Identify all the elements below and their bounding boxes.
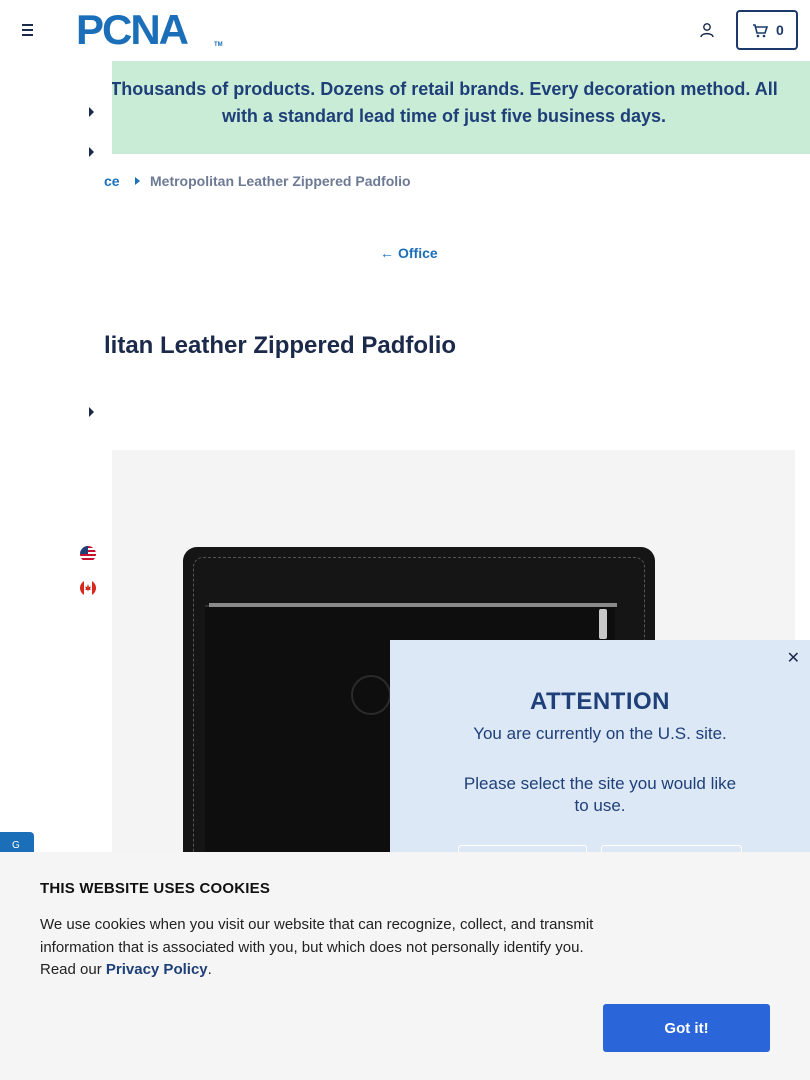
attention-title: ATTENTION — [529, 688, 671, 715]
product-title: litan Leather Zippered Padfolio — [104, 332, 457, 359]
cart-icon — [753, 24, 768, 38]
us-flag-icon[interactable] — [80, 546, 96, 562]
nav-caret-right-icon[interactable] — [89, 407, 94, 417]
breadcrumb-current: Metropolitan Leather Zippered Padfolio — [150, 173, 411, 189]
promo-text: Thousands of products. Dozens of retail … — [110, 79, 778, 126]
close-icon[interactable]: ✕ — [787, 648, 800, 668]
cart-button[interactable]: 0 — [736, 10, 798, 50]
site-header: PCNA TM 0 — [0, 0, 810, 60]
logo-trademark: TM — [214, 42, 223, 48]
side-tab-label: G — [12, 840, 20, 851]
arrow-left-icon: ← — [380, 245, 394, 261]
breadcrumb-previous[interactable]: ce — [104, 173, 120, 189]
pcna-logo[interactable]: PCNA — [76, 9, 189, 51]
canada-flag-icon[interactable] — [80, 580, 96, 596]
promo-banner: Thousands of products. Dozens of retail … — [96, 61, 810, 154]
privacy-policy-link[interactable]: Privacy Policy — [106, 961, 208, 978]
attention-message: You are currently on the U.S. site. — [473, 724, 727, 743]
back-link-label: Office — [398, 245, 438, 261]
hamburger-menu-icon[interactable] — [18, 20, 38, 40]
region-select-popup: ✕ ATTENTION You are currently on the U.S… — [390, 640, 810, 865]
left-nav-drawer — [0, 61, 112, 861]
nav-caret-right-icon[interactable] — [89, 147, 94, 157]
cart-count: 0 — [776, 22, 784, 38]
attention-prompt: Please select the site you would like to… — [463, 774, 737, 815]
user-account-icon[interactable] — [699, 22, 715, 38]
nav-caret-right-icon[interactable] — [89, 107, 94, 117]
cookie-body-period: . — [207, 961, 212, 978]
brand-emblem-icon — [351, 675, 391, 715]
breadcrumb-separator-icon — [135, 177, 140, 185]
cookie-heading: THIS WEBSITE USES COOKIES — [40, 880, 271, 897]
cookie-accept-button[interactable]: Got it! — [603, 1004, 770, 1052]
cookie-body: We use cookies when you visit our websit… — [40, 914, 610, 982]
back-to-category-link[interactable]: ← Office — [380, 245, 438, 261]
cookie-banner: THIS WEBSITE USES COOKIES We use cookies… — [0, 852, 810, 1080]
